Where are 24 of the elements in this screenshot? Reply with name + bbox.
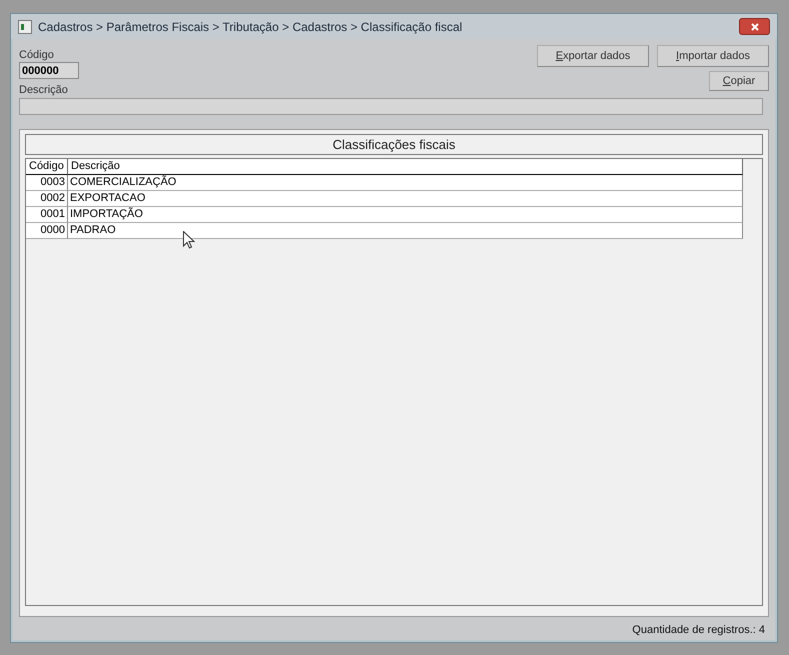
- column-header[interactable]: Código: [26, 159, 68, 175]
- record-count: Quantidade de registros.: 4: [632, 624, 765, 636]
- close-icon: [750, 22, 758, 30]
- description-field[interactable]: [19, 98, 763, 115]
- field-label: Código: [19, 49, 54, 62]
- column-header[interactable]: Descrição: [68, 159, 743, 175]
- table-cell: COMERCIALIZAÇÃO: [68, 175, 743, 191]
- table-cell: 0002: [26, 191, 68, 207]
- app-icon: [18, 20, 32, 34]
- action-button[interactable]: Importar dados: [657, 45, 769, 67]
- code-field[interactable]: 000000: [19, 62, 79, 79]
- action-button[interactable]: Exportar dados: [537, 45, 649, 67]
- window-title: Cadastros > Parâmetros Fiscais > Tributação > Cadastros > Classificação fiscal: [38, 20, 464, 34]
- field-label: Descrição: [19, 84, 68, 97]
- table-cell: 0000: [26, 223, 68, 239]
- copy-button[interactable]: Copiar: [709, 71, 769, 91]
- table-cell: EXPORTACAO: [68, 191, 743, 207]
- table-cell: IMPORTAÇÃO: [68, 207, 743, 223]
- group-title: Classificações fiscais: [25, 134, 763, 155]
- mouse-pointer-icon: [183, 231, 195, 249]
- table-cell: PADRAO: [68, 223, 743, 239]
- table-cell: 0001: [26, 207, 68, 223]
- table-cell: 0003: [26, 175, 68, 191]
- close-button[interactable]: [739, 18, 770, 35]
